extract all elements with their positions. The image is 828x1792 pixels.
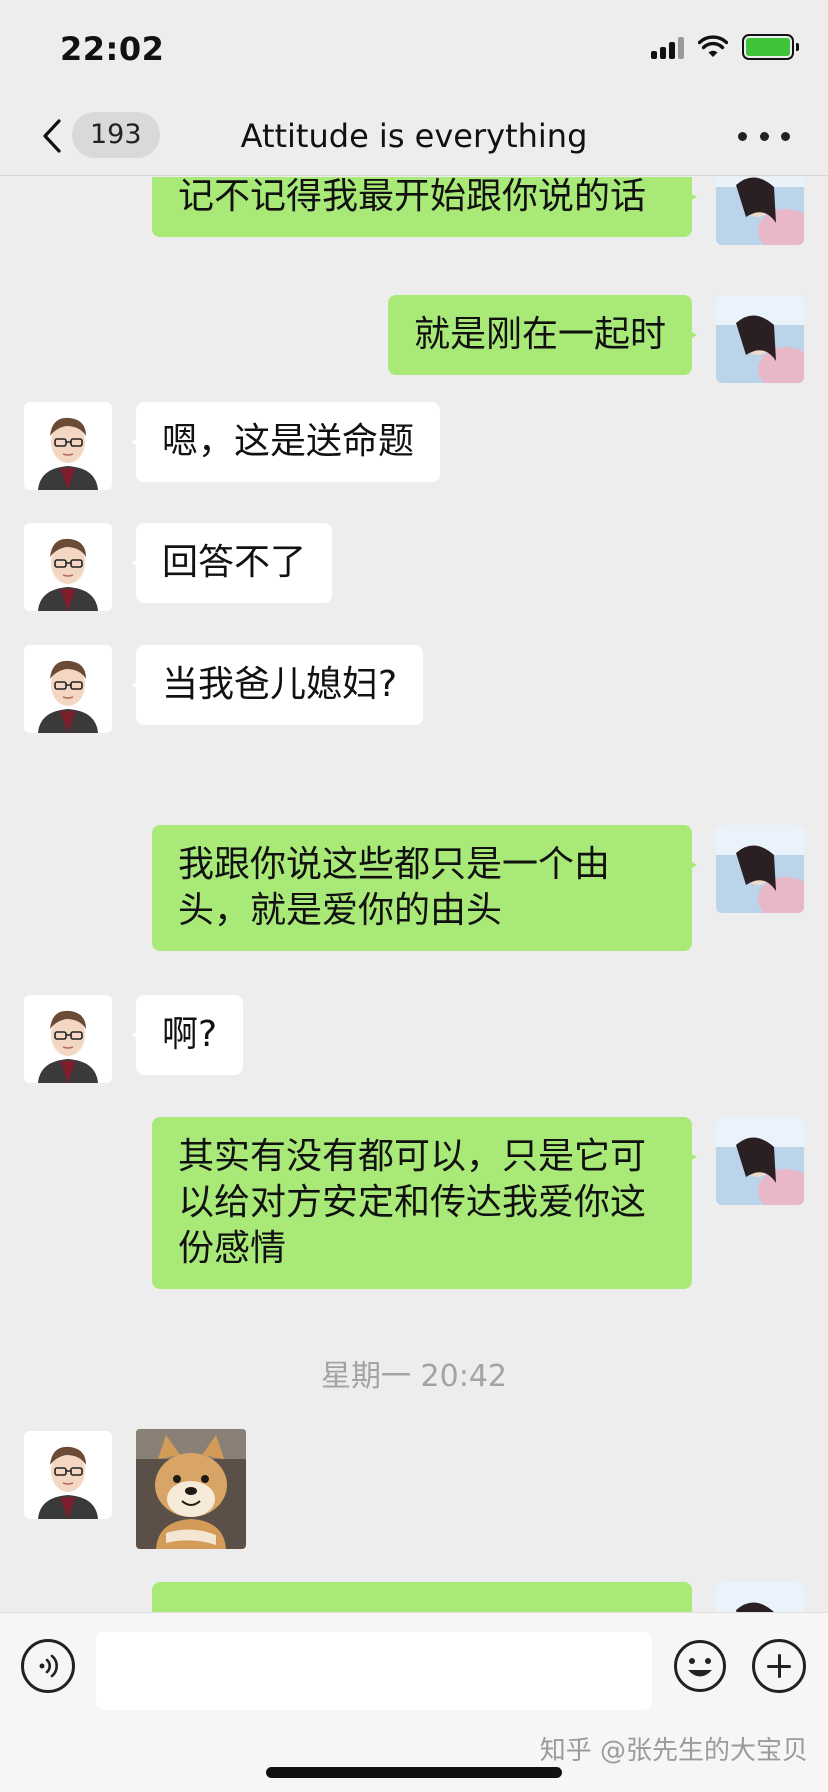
self-avatar[interactable] <box>716 295 804 383</box>
home-indicator[interactable] <box>266 1767 562 1778</box>
avatar-woman-photo-icon <box>716 295 804 383</box>
more-functions-button[interactable] <box>752 1639 806 1693</box>
more-options-button[interactable] <box>738 126 790 146</box>
message-bubble-sent[interactable] <box>152 1582 692 1612</box>
battery-icon <box>742 34 799 60</box>
self-avatar[interactable] <box>716 1117 804 1205</box>
nav-bar: 193 Attitude is everything <box>0 96 828 176</box>
message-bubble-received[interactable]: 啊? <box>130 995 244 1075</box>
message-bubble-sent[interactable]: 其实有没有都可以，只是它可以给对方安定和传达我爱你这份感情 <box>152 1117 697 1289</box>
avatar-cartoon-man-icon <box>24 1431 112 1519</box>
message-bubble-received[interactable]: 当我爸儿媳妇? <box>130 645 424 725</box>
avatar-cartoon-man-icon <box>24 402 112 490</box>
status-icons <box>651 34 799 60</box>
message-input-bar: 知乎 @张先生的大宝贝 <box>0 1612 828 1792</box>
contact-avatar[interactable] <box>24 1431 112 1519</box>
message-bubble-sent[interactable]: 记不记得我最开始跟你说的话 <box>152 177 697 237</box>
self-avatar[interactable] <box>716 825 804 913</box>
avatar-woman-photo-icon <box>716 1117 804 1205</box>
message-bubble-sent[interactable]: 我跟你说这些都只是一个由头，就是爱你的由头 <box>152 825 697 951</box>
self-avatar[interactable] <box>716 1582 804 1612</box>
voice-icon <box>39 1654 58 1678</box>
watermark-text: 知乎 @张先生的大宝贝 <box>539 1736 808 1766</box>
contact-avatar[interactable] <box>24 402 112 490</box>
message-timestamp: 星期一 20:42 <box>321 1359 507 1394</box>
sticker-message[interactable] <box>136 1429 246 1549</box>
chat-title: Attitude is everything <box>240 117 588 155</box>
avatar-woman-photo-icon <box>716 1582 804 1612</box>
self-avatar[interactable] <box>716 177 804 245</box>
contact-avatar[interactable] <box>24 523 112 611</box>
avatar-cartoon-man-icon <box>24 995 112 1083</box>
status-bar: 22:02 <box>0 0 828 96</box>
contact-avatar[interactable] <box>24 995 112 1083</box>
battery-level <box>746 38 790 56</box>
avatar-woman-photo-icon <box>716 825 804 913</box>
avatar-woman-photo-icon <box>716 177 804 245</box>
emoji-icon <box>674 1640 726 1692</box>
message-bubble-received[interactable]: 回答不了 <box>130 523 333 603</box>
more-dots-icon <box>738 131 747 141</box>
contact-avatar[interactable] <box>24 645 112 733</box>
message-text-input[interactable] <box>96 1632 652 1710</box>
message-bubble-received[interactable]: 嗯，这是送命题 <box>130 402 441 482</box>
avatar-cartoon-man-icon <box>24 645 112 733</box>
cellular-signal-icon <box>651 35 684 59</box>
message-bubble-sent[interactable]: 就是刚在一起时 <box>387 295 698 375</box>
chat-message-list[interactable]: 记不记得我最开始跟你说的话 就是刚在一起时 嗯，这是送命题 回答不了 当我爸儿媳… <box>0 177 828 1612</box>
shiba-dog-sticker-icon <box>136 1429 246 1549</box>
emoji-button[interactable] <box>673 1639 727 1693</box>
wifi-icon <box>698 35 728 57</box>
voice-input-button[interactable] <box>21 1639 75 1693</box>
status-time: 22:02 <box>60 30 165 68</box>
avatar-cartoon-man-icon <box>24 523 112 611</box>
